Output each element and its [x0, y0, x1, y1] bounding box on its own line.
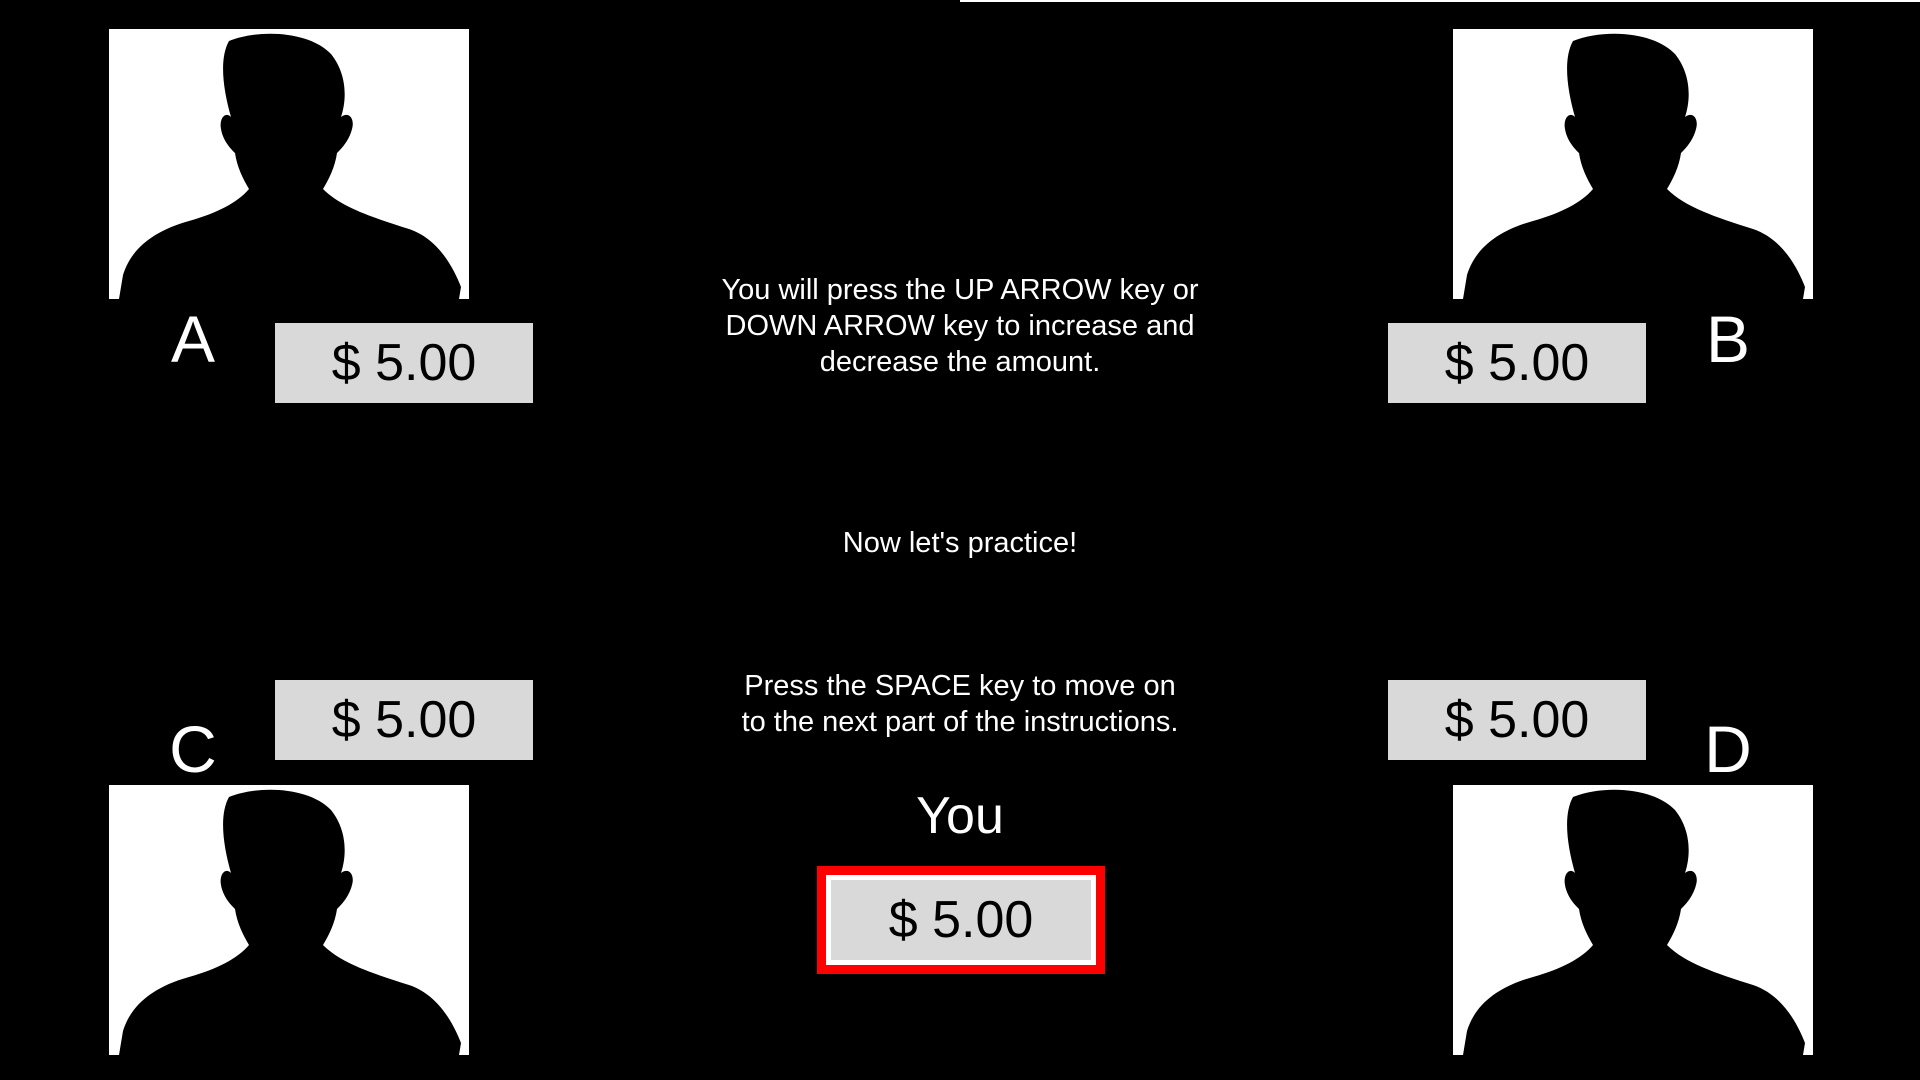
player-b-amount: $ 5.00	[1388, 323, 1646, 403]
space-key-instructions: Press the SPACE key to move on to the ne…	[741, 670, 1179, 738]
you-label: You	[916, 787, 1004, 845]
player-b-photo	[1453, 29, 1813, 299]
person-silhouette-icon	[1463, 789, 1805, 1055]
task-screen: A $ 5.00 B $ 5.00 You will press the UP …	[0, 0, 1920, 1080]
person-silhouette-icon	[1463, 33, 1805, 299]
top-edge-line	[960, 0, 1920, 2]
person-silhouette-icon	[119, 33, 461, 299]
player-b-label: B	[1705, 302, 1751, 376]
player-c-amount: $ 5.00	[275, 680, 533, 760]
player-a-amount: $ 5.00	[275, 323, 533, 403]
player-d-amount: $ 5.00	[1388, 680, 1646, 760]
player-a-label: A	[170, 302, 216, 376]
arrow-key-instructions: You will press the UP ARROW key or DOWN …	[721, 274, 1199, 378]
player-c-photo	[109, 785, 469, 1055]
you-amount-box[interactable]: $ 5.00	[817, 866, 1105, 974]
you-amount-value: $ 5.00	[826, 875, 1096, 965]
player-a-photo	[109, 29, 469, 299]
player-d-photo	[1453, 785, 1813, 1055]
practice-prompt: Now let's practice!	[842, 527, 1078, 559]
player-c-label: C	[169, 712, 217, 786]
player-d-label: D	[1704, 712, 1752, 786]
person-silhouette-icon	[119, 789, 461, 1055]
